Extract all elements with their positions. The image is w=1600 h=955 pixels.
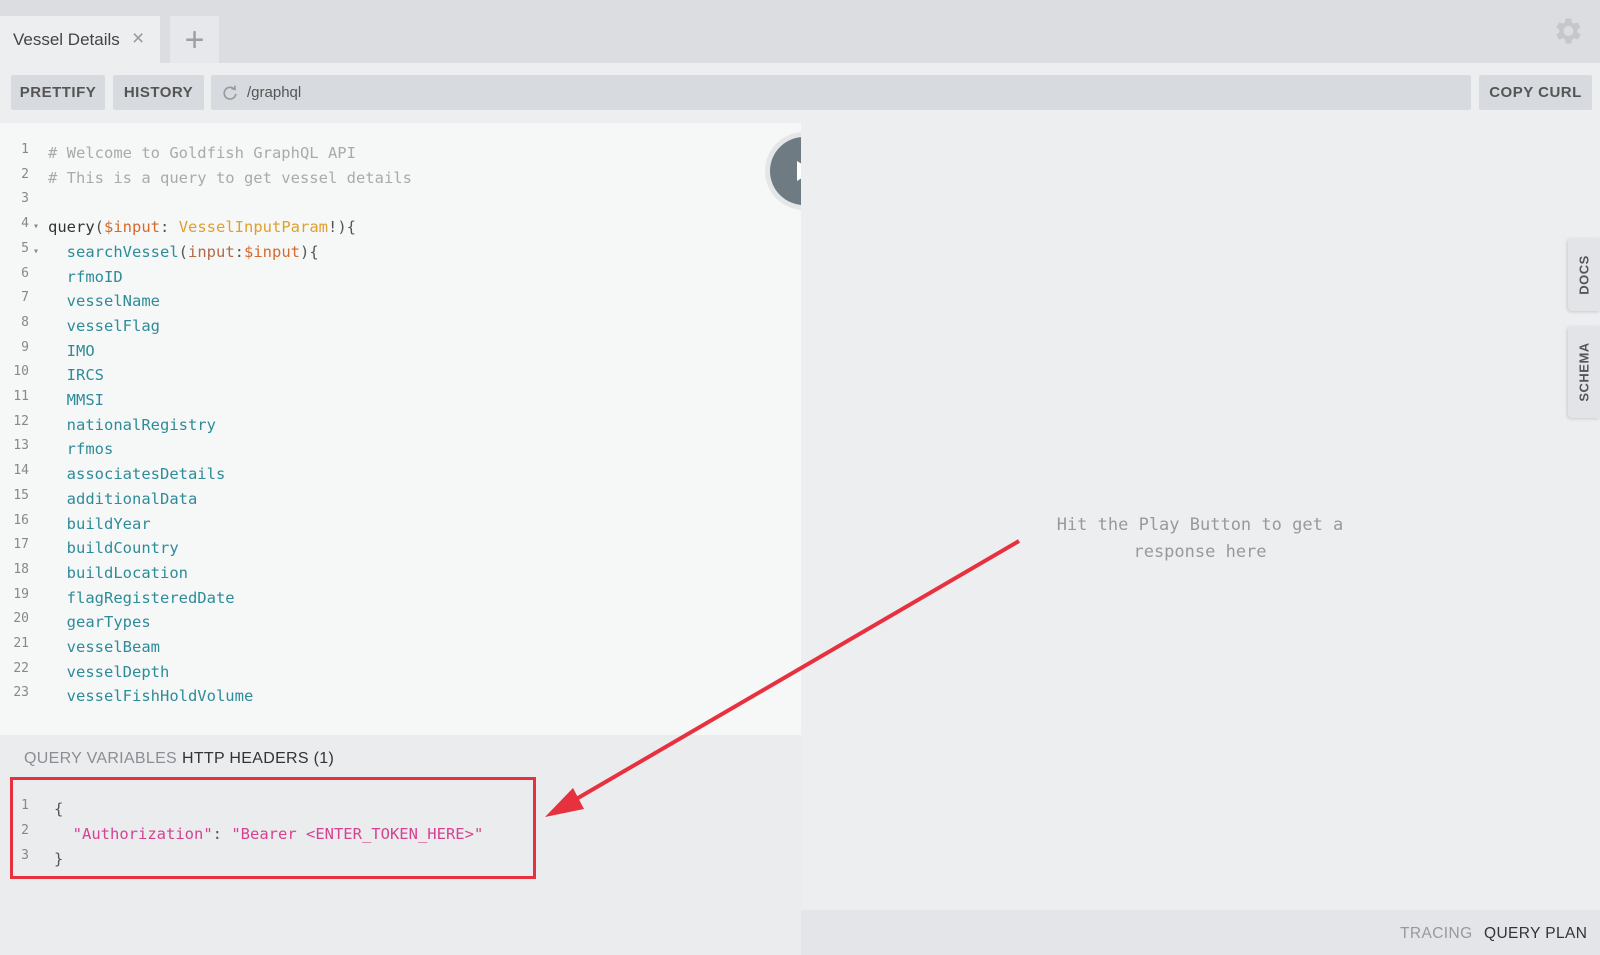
query-plan-tab[interactable]: QUERY PLAN: [1484, 925, 1587, 943]
close-icon[interactable]: ×: [132, 28, 144, 50]
query-editor[interactable]: 1 # Welcome to Goldfish GraphQL API 2 # Thi…: [0, 123, 801, 735]
result-footer: [801, 910, 1600, 955]
fold-toggle-icon[interactable]: ▾: [33, 214, 39, 239]
endpoint-input[interactable]: /graphql: [211, 75, 1471, 110]
line-number: 8: [21, 314, 29, 330]
code-text: query($input: VesselInputParam!){: [48, 218, 356, 237]
code-text: vesselName: [48, 292, 160, 311]
toolbar: PRETTIFY HISTORY /graphql COPY CURL: [0, 63, 1600, 123]
tracing-tab[interactable]: TRACING: [1400, 925, 1473, 943]
fold-toggle-icon[interactable]: ▾: [33, 239, 39, 264]
line-number: 18: [13, 561, 29, 577]
code-text: nationalRegistry: [48, 415, 216, 434]
tab-http-headers[interactable]: HTTP HEADERS (1): [182, 750, 334, 768]
line-number: 9: [21, 339, 29, 355]
code-text: buildLocation: [48, 563, 188, 582]
line-number: 11: [13, 389, 29, 404]
line-number: 12: [13, 413, 29, 429]
line-number: 20: [13, 611, 29, 627]
line-number: 1: [21, 142, 29, 157]
code-text: associatesDetails: [48, 465, 226, 484]
code-text: MMSI: [48, 391, 104, 409]
line-number: 2: [21, 166, 29, 182]
code-text: IRCS: [48, 366, 104, 385]
line-number: 14: [13, 463, 29, 479]
code-text: rfmoID: [48, 267, 123, 286]
code-text: vesselBeam: [48, 638, 160, 656]
code-text: searchVessel(input:$input){: [66, 242, 319, 261]
line-number: 19: [13, 586, 29, 602]
tab-label: Vessel Details: [13, 29, 120, 49]
code-text: buildYear: [48, 514, 151, 533]
code-text: gearTypes: [48, 613, 151, 632]
tab-bar: Vessel Details × +: [0, 0, 1600, 63]
history-button[interactable]: HISTORY: [113, 75, 204, 110]
schema-tab-label: SCHEMA: [1576, 342, 1592, 402]
line-number: 6: [21, 265, 29, 281]
annotation-highlight-box: [10, 777, 536, 879]
line-number: 10: [13, 364, 29, 380]
code-text: # Welcome to Goldfish GraphQL API: [48, 144, 356, 162]
line-number: 22: [13, 660, 29, 676]
line-number: 5: [21, 240, 29, 256]
code-text: buildCountry: [48, 539, 179, 558]
reload-icon[interactable]: [221, 84, 239, 102]
line-number: 4: [21, 216, 29, 232]
code-text: IMO: [48, 341, 95, 360]
line-number: 23: [13, 685, 29, 701]
code-text: flagRegisteredDate: [48, 588, 235, 607]
code-text: # This is a query to get vessel details: [48, 168, 412, 187]
code-text: rfmos: [48, 440, 114, 459]
line-number: 15: [13, 487, 29, 503]
code-text: vesselFlag: [48, 316, 160, 335]
code-text: vesselFishHoldVolume: [48, 687, 254, 706]
docs-tab[interactable]: DOCS: [1568, 238, 1600, 311]
line-number: 3: [21, 191, 29, 207]
line-number: 7: [21, 290, 29, 306]
line-number: 16: [13, 512, 29, 528]
line-number: 21: [13, 636, 29, 651]
endpoint-url: /graphql: [247, 84, 302, 101]
result-placeholder: Hit the Play Button to get a response he…: [1056, 515, 1344, 562]
line-number: 13: [13, 438, 29, 454]
plus-icon: +: [184, 20, 205, 59]
new-tab-button[interactable]: +: [170, 16, 219, 63]
line-number: 17: [13, 537, 29, 553]
tab-query-variables[interactable]: QUERY VARIABLES: [24, 750, 177, 768]
copy-curl-button[interactable]: COPY CURL: [1479, 75, 1592, 110]
prettify-button[interactable]: PRETTIFY: [11, 75, 105, 110]
gear-icon[interactable]: [1550, 14, 1584, 48]
code-text: vesselDepth: [48, 662, 170, 681]
code-text: additionalData: [48, 489, 198, 508]
schema-tab[interactable]: SCHEMA: [1568, 326, 1600, 418]
docs-tab-label: DOCS: [1576, 254, 1592, 295]
tab-vessel-details[interactable]: Vessel Details ×: [0, 16, 160, 63]
